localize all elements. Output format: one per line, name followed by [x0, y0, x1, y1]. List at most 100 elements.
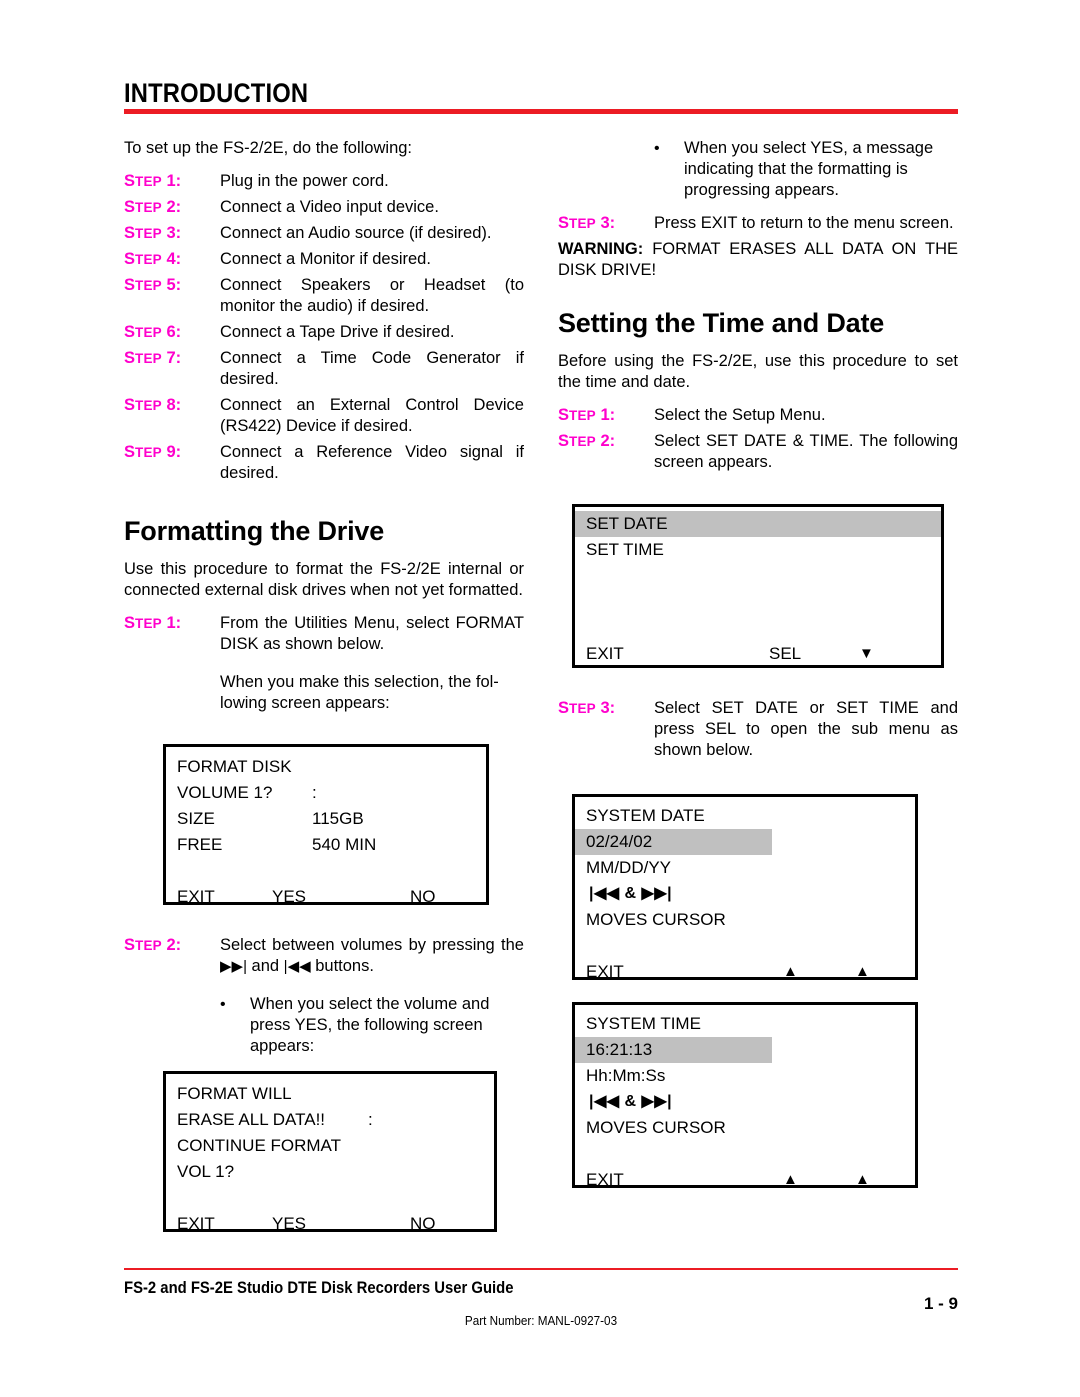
- lcd-row-blank: [166, 1185, 494, 1211]
- step-text: Connect an Audio source (if desired).: [220, 224, 492, 242]
- cursor-move-icon: |◀◀ & ▶▶|: [589, 885, 673, 902]
- step-label: STEP 1:: [124, 614, 182, 632]
- left-column: To set up the FS-2/2E, do the following:…: [124, 138, 524, 1233]
- exit-button[interactable]: EXIT: [575, 641, 769, 667]
- lcd-row: |◀◀ & ▶▶|: [575, 881, 915, 907]
- page-header: INTRODUCTION: [124, 78, 958, 114]
- step-label: STEP 4:: [124, 250, 182, 268]
- lcd-row-blank: [166, 858, 486, 884]
- step-label: STEP 2:: [124, 936, 182, 954]
- footer-part-number: Part Number: MANL-0927-03: [464, 1312, 618, 1328]
- chevron-down-icon[interactable]: ▼: [859, 641, 874, 667]
- step-text: Connect Speakers or Headset (to monitor …: [220, 276, 524, 315]
- step-text: Connect an External Control Device (RS42…: [220, 396, 524, 435]
- lcd-cell: SIZE: [177, 809, 215, 828]
- format-step-3: STEP 3: Press EXIT to return to the menu…: [558, 213, 958, 234]
- setup-step-9: STEP 9: Connect a Reference Video signal…: [124, 442, 524, 484]
- step-label: STEP 5:: [124, 276, 182, 294]
- step-label: STEP 1:: [124, 172, 182, 190]
- lcd-row: MM/DD/YY: [575, 855, 915, 881]
- lcd-row: VOL 1?: [166, 1159, 494, 1185]
- lcd-cell: 115GB: [312, 809, 364, 828]
- exit-button[interactable]: EXIT: [166, 884, 272, 910]
- lcd-row: Hh:Mm:Ss: [575, 1063, 915, 1089]
- step-text: Connect a Time Code Generator if desired…: [220, 349, 524, 388]
- lcd-cell: :: [312, 783, 317, 802]
- lcd-row: SIZE 115GB: [166, 806, 486, 832]
- system-time-screen: SYSTEM TIME 16:21:13 Hh:Mm:Ss |◀◀ & ▶▶| …: [572, 1002, 918, 1189]
- sel-button[interactable]: SEL: [769, 641, 859, 667]
- step-label: STEP 8:: [124, 396, 182, 414]
- bullet-text: When you select YES, a message indicatin…: [684, 139, 934, 199]
- exit-button[interactable]: EXIT: [575, 1167, 783, 1193]
- step-label: STEP 7:: [124, 349, 182, 367]
- setup-intro-text: To set up the FS-2/2E, do the following:: [124, 139, 413, 157]
- lcd-row: SYSTEM DATE: [575, 803, 915, 829]
- lcd-button-row: EXIT SEL ▼: [575, 641, 941, 667]
- exit-button[interactable]: EXIT: [575, 959, 783, 985]
- exit-button[interactable]: EXIT: [166, 1211, 272, 1237]
- format-step-2: STEP 2: Select between volumes by pressi…: [124, 935, 524, 977]
- step-label: STEP 3:: [558, 699, 616, 717]
- document-page: INTRODUCTION To set up the FS-2/2E, do t…: [0, 0, 1080, 1397]
- step-label: STEP 6:: [124, 323, 182, 341]
- lcd-cell: ERASE ALL DATA!!: [177, 1110, 326, 1129]
- step-text: Connect a Reference Video signal if desi…: [220, 443, 524, 482]
- warning-label: WARNING:: [558, 240, 644, 258]
- system-date-value[interactable]: 02/24/02: [575, 829, 772, 855]
- setup-step-4: STEP 4: Connect a Monitor if desired.: [124, 249, 524, 270]
- lcd-row: |◀◀ & ▶▶|: [575, 1089, 915, 1115]
- format-disk-screen: FORMAT DISK VOLUME 1? : SIZE 115GB FREE …: [163, 744, 489, 906]
- footer-document-title: FS-2 and FS-2E Studio DTE Disk Recorders…: [124, 1278, 514, 1297]
- setup-step-3: STEP 3: Connect an Audio source (if desi…: [124, 223, 524, 244]
- setup-step-1: STEP 1: Plug in the power cord.: [124, 171, 524, 192]
- fast-forward-icon: ▶▶|: [220, 958, 247, 975]
- lcd-row: FREE 540 MIN: [166, 832, 486, 858]
- bullet-text: When you select the volume and press YES…: [250, 995, 490, 1055]
- time-format-hint: Hh:Mm:Ss: [586, 1066, 666, 1085]
- lcd-button-row: EXIT YES NO: [166, 1211, 494, 1237]
- cursor-move-label: MOVES CURSOR: [586, 910, 726, 929]
- lcd-cell: :: [368, 1110, 373, 1129]
- step-text: Plug in the power cord.: [220, 172, 389, 190]
- setup-step-7: STEP 7: Connect a Time Code Generator if…: [124, 348, 524, 390]
- no-button[interactable]: NO: [410, 884, 436, 910]
- header-red-rule: [124, 109, 958, 114]
- bullet-icon: •: [654, 140, 660, 157]
- menu-item-set-time[interactable]: SET TIME: [575, 537, 941, 563]
- up-arrow-icon-2[interactable]: ▲: [855, 959, 870, 985]
- up-arrow-icon-1[interactable]: ▲: [783, 959, 855, 985]
- menu-item-set-date[interactable]: SET DATE: [575, 511, 941, 537]
- format-will-screen: FORMAT WILL ERASE ALL DATA!! : CONTINUE …: [163, 1071, 497, 1233]
- set-date-time-screen: SET DATE SET TIME EXIT SEL ▼: [572, 504, 944, 668]
- up-arrow-icon-2[interactable]: ▲: [855, 1167, 870, 1193]
- system-date-screen: SYSTEM DATE 02/24/02 MM/DD/YY |◀◀ & ▶▶| …: [572, 794, 918, 981]
- yes-button[interactable]: YES: [272, 1211, 410, 1237]
- time-date-heading: Setting the Time and Date: [558, 308, 885, 338]
- format-disk-title: FORMAT DISK: [177, 757, 292, 776]
- step-text: Select between volumes by pressing the ▶…: [220, 936, 524, 975]
- lcd-button-row: EXIT YES NO: [166, 884, 486, 910]
- step-label: STEP 2:: [558, 432, 616, 450]
- warning-paragraph: WARNING: FORMAT ERASES ALL DATA ON THE D…: [558, 239, 958, 281]
- setup-step-5: STEP 5: Connect Speakers or Headset (to …: [124, 275, 524, 317]
- setup-step-6: STEP 6: Connect a Tape Drive if desired.: [124, 322, 524, 343]
- time-date-intro: Before using the FS-2/2E, use this proce…: [558, 352, 958, 391]
- system-time-title: SYSTEM TIME: [586, 1014, 701, 1033]
- yes-button[interactable]: YES: [272, 884, 410, 910]
- lcd-row: CONTINUE FORMAT: [166, 1133, 494, 1159]
- lcd-row: FORMAT WILL: [166, 1081, 494, 1107]
- system-time-value[interactable]: 16:21:13: [575, 1037, 772, 1063]
- lcd-row: MOVES CURSOR: [575, 907, 915, 933]
- bullet-icon: •: [220, 996, 226, 1013]
- step-label: STEP 2:: [124, 198, 182, 216]
- step-label: STEP 1:: [558, 406, 616, 424]
- format-step-2-bullet: • When you select the volume and press Y…: [220, 994, 524, 1057]
- lcd-cell: CONTINUE FORMAT: [177, 1136, 342, 1155]
- system-date-title: SYSTEM DATE: [586, 806, 705, 825]
- step-text: Connect a Tape Drive if desired.: [220, 323, 455, 341]
- up-arrow-icon-1[interactable]: ▲: [783, 1167, 855, 1193]
- setup-step-2: STEP 2: Connect a Video input device.: [124, 197, 524, 218]
- page-title: INTRODUCTION: [124, 78, 309, 108]
- no-button[interactable]: NO: [410, 1211, 436, 1237]
